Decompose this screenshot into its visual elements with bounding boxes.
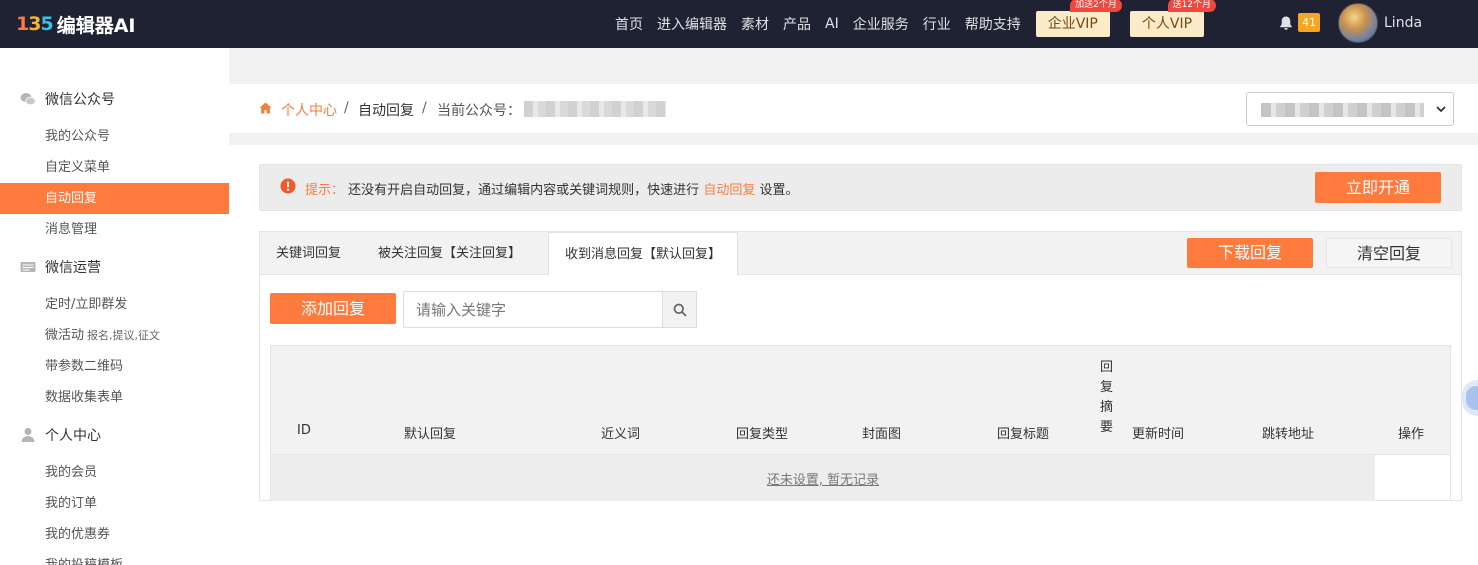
- notification-count-badge[interactable]: 41: [1298, 13, 1320, 32]
- sidebar-item-qrcode[interactable]: 带参数二维码: [0, 351, 229, 382]
- current-account-label: 当前公众号：: [437, 103, 521, 119]
- enterprise-vip-tag: 加送2个月: [1070, 0, 1122, 12]
- sidebar-item-custom-menu[interactable]: 自定义菜单: [0, 152, 229, 183]
- column-header-updated-time: 更新时间: [1132, 427, 1185, 442]
- sidebar-item-my-accounts[interactable]: 我的公众号: [0, 121, 229, 152]
- account-select[interactable]: [1246, 92, 1454, 126]
- username[interactable]: Linda: [1384, 15, 1422, 31]
- sidebar-item-orders[interactable]: 我的订单: [0, 488, 229, 519]
- nav-products[interactable]: 产品: [783, 14, 811, 34]
- enterprise-vip-label: 企业VIP: [1047, 16, 1098, 32]
- sidebar-item-sublabel: 报名,提议,征文: [87, 329, 161, 342]
- bell-icon[interactable]: [1278, 15, 1294, 31]
- nav-industry[interactable]: 行业: [923, 14, 951, 34]
- avatar[interactable]: [1338, 3, 1378, 43]
- column-header-default-reply: 默认回复: [404, 427, 457, 442]
- personal-vip-tag: 送12个月: [1167, 0, 1217, 12]
- account-select-value-blurred: [1261, 103, 1424, 117]
- keyword-search-input[interactable]: [403, 291, 663, 328]
- table-header: ID 默认回复 近义词 回复类型 封面图 回复标题 回复摘要 更新时间 跳转地址…: [271, 346, 1450, 455]
- nav-enterprise[interactable]: 企业服务: [853, 14, 909, 34]
- notice-text: 提示： 还没有开启自动回复，通过编辑内容或关键词规则，快速进行 自动回复 设置。: [305, 179, 798, 198]
- table-row: 还未设置, 暂无记录: [271, 455, 1375, 501]
- logo-mark: 135: [16, 13, 54, 35]
- nav-ai[interactable]: AI: [825, 16, 839, 32]
- sidebar-item-micro-activity[interactable]: 微活动 报名,提议,征文: [0, 320, 229, 351]
- column-header-id: ID: [297, 423, 311, 438]
- tab-follow-reply[interactable]: 被关注回复【关注回复】: [378, 232, 521, 275]
- column-header-reply-title: 回复标题: [997, 427, 1050, 442]
- chevron-down-icon: [1436, 106, 1446, 113]
- sidebar-item-coupons[interactable]: 我的优惠券: [0, 519, 229, 550]
- main-content: 提示： 还没有开启自动回复，通过编辑内容或关键词规则，快速进行 自动回复 设置。…: [229, 145, 1478, 565]
- breadcrumb: 个人中心 / 自动回复 / 当前公众号：: [229, 84, 1478, 133]
- empty-state-text: 还未设置, 暂无记录: [766, 473, 880, 488]
- sidebar-section-personal: 个人中心: [0, 419, 229, 450]
- home-icon[interactable]: [259, 102, 272, 114]
- download-reply-button[interactable]: 下载回复: [1187, 238, 1313, 268]
- notice-suffix: 设置。: [759, 183, 799, 198]
- helper-icon: [1466, 386, 1478, 410]
- personal-vip-label: 个人VIP: [1141, 16, 1193, 32]
- main-nav: 首页 进入编辑器 素材 产品 AI 企业服务 行业 帮助支持 企业VIP 加送2…: [608, 0, 1217, 48]
- sidebar-item-members[interactable]: 我的会员: [0, 457, 229, 488]
- wechat-icon: [20, 92, 36, 105]
- user-icon: [21, 427, 35, 442]
- column-header-cover-image: 封面图: [862, 427, 902, 442]
- logo-text: 编辑器AI: [56, 14, 136, 37]
- column-header-synonyms: 近义词: [601, 427, 641, 442]
- top-navbar: 135 编辑器AI 首页 进入编辑器 素材 产品 AI 企业服务 行业 帮助支持…: [0, 0, 1478, 48]
- site-logo[interactable]: 135 编辑器AI: [16, 10, 135, 38]
- breadcrumb-personal-center[interactable]: 个人中心: [281, 100, 337, 120]
- nav-editor[interactable]: 进入编辑器: [657, 14, 727, 34]
- search-icon: [673, 303, 687, 317]
- clear-reply-button[interactable]: 清空回复: [1326, 238, 1452, 268]
- tab-default-reply[interactable]: 收到消息回复【默认回复】: [548, 232, 739, 276]
- sidebar-item-messages[interactable]: 消息管理: [0, 214, 229, 245]
- sidebar-item-forms[interactable]: 数据收集表单: [0, 382, 229, 413]
- breadcrumb-separator: /: [422, 100, 427, 116]
- breadcrumb-auto-reply: 自动回复: [358, 103, 414, 119]
- alert-icon: [280, 178, 296, 194]
- reply-table: ID 默认回复 近义词 回复类型 封面图 回复标题 回复摘要 更新时间 跳转地址…: [270, 345, 1451, 501]
- sidebar-section-wechat-ops: 微信运营: [0, 251, 229, 282]
- breadcrumb-separator: /: [344, 100, 349, 116]
- sidebar-item-label: 微活动: [45, 328, 85, 343]
- reply-panel: 关键词回复 被关注回复【关注回复】 收到消息回复【默认回复】 下载回复 清空回复…: [259, 231, 1462, 501]
- notice-prefix: 提示：: [305, 183, 345, 198]
- notice-banner: 提示： 还没有开启自动回复，通过编辑内容或关键词规则，快速进行 自动回复 设置。…: [259, 164, 1462, 211]
- column-header-reply-type: 回复类型: [736, 427, 789, 442]
- sidebar-item-broadcast[interactable]: 定时/立即群发: [0, 289, 229, 320]
- add-reply-button[interactable]: 添加回复: [270, 293, 396, 324]
- tab-keyword-reply[interactable]: 关键词回复: [276, 232, 341, 275]
- sidebar-item-auto-reply[interactable]: 自动回复: [0, 183, 229, 214]
- sidebar-section-label: 微信运营: [45, 259, 101, 276]
- column-header-reply-summary: 回复摘要: [1100, 360, 1114, 435]
- sidebar-section-label: 微信公众号: [45, 91, 115, 108]
- column-header-redirect-url: 跳转地址: [1262, 427, 1315, 442]
- tab-strip: 关键词回复 被关注回复【关注回复】 收到消息回复【默认回复】 下载回复 清空回复: [260, 232, 1461, 276]
- activate-now-button[interactable]: 立即开通: [1315, 172, 1441, 203]
- search-button[interactable]: [662, 291, 697, 328]
- card-icon: [20, 261, 36, 272]
- current-account-name-blurred: [524, 101, 666, 117]
- column-header-actions: 操作: [1398, 427, 1425, 442]
- nav-help[interactable]: 帮助支持: [965, 14, 1021, 34]
- enterprise-vip-button[interactable]: 企业VIP 加送2个月: [1035, 0, 1122, 37]
- sidebar-item-templates[interactable]: 我的投稿模板: [0, 550, 229, 565]
- notice-body: 还没有开启自动回复，通过编辑内容或关键词规则，快速进行: [348, 183, 700, 198]
- nav-materials[interactable]: 素材: [741, 14, 769, 34]
- sidebar: 微信公众号 我的公众号 自定义菜单 自动回复 消息管理 微信运营 定时/立即群发…: [0, 48, 229, 565]
- personal-vip-button[interactable]: 个人VIP 送12个月: [1129, 0, 1217, 37]
- notice-link[interactable]: 自动回复: [703, 183, 755, 198]
- nav-home[interactable]: 首页: [615, 14, 643, 34]
- sidebar-section-label: 个人中心: [45, 427, 101, 444]
- sidebar-section-wechat-account: 微信公众号: [0, 83, 229, 114]
